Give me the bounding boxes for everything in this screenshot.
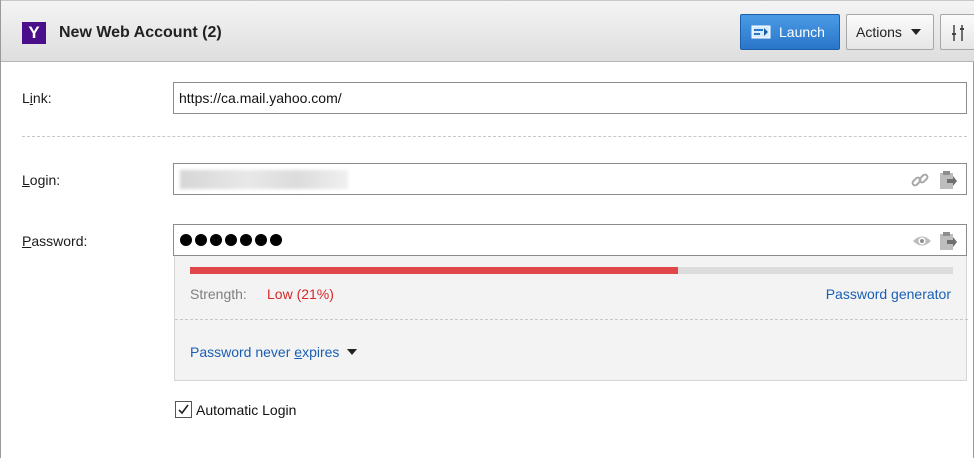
yahoo-logo: Y bbox=[22, 22, 46, 44]
strength-meter-fill bbox=[190, 267, 679, 274]
password-field[interactable] bbox=[173, 224, 967, 256]
settings-sliders-icon bbox=[950, 24, 968, 45]
web-account-window: Y New Web Account (2) Launch Actions Lin… bbox=[0, 0, 974, 458]
strength-value: Low (21%) bbox=[267, 286, 334, 302]
login-field[interactable] bbox=[173, 163, 967, 195]
link-label: Link: bbox=[22, 90, 52, 106]
header-bar: Y New Web Account (2) Launch Actions bbox=[1, 0, 974, 62]
clipboard-copy-icon[interactable] bbox=[938, 231, 958, 251]
password-dot bbox=[225, 234, 237, 246]
launch-icon bbox=[751, 25, 771, 39]
password-masked-value[interactable] bbox=[180, 230, 282, 246]
link-field[interactable]: https://ca.mail.yahoo.com/ bbox=[173, 82, 967, 114]
expiry-label: Password never expires bbox=[190, 344, 340, 360]
password-label: Password: bbox=[22, 233, 88, 249]
link-value[interactable]: https://ca.mail.yahoo.com/ bbox=[179, 90, 342, 106]
launch-button[interactable]: Launch bbox=[740, 14, 840, 50]
login-label: Login: bbox=[22, 172, 61, 188]
password-expiry-dropdown[interactable]: Password never expires bbox=[190, 344, 358, 360]
launch-button-label: Launch bbox=[779, 24, 825, 40]
actions-button[interactable]: Actions bbox=[846, 14, 934, 50]
password-dot bbox=[210, 234, 222, 246]
password-dot bbox=[195, 234, 207, 246]
password-dot bbox=[180, 234, 192, 246]
settings-button[interactable] bbox=[940, 14, 974, 50]
strength-meter bbox=[190, 267, 953, 274]
login-value-redacted bbox=[180, 170, 348, 189]
actions-button-label: Actions bbox=[856, 24, 902, 40]
panel-divider bbox=[175, 319, 968, 320]
eye-icon[interactable] bbox=[911, 231, 933, 251]
page-title: New Web Account (2) bbox=[59, 24, 222, 41]
password-dot bbox=[240, 234, 252, 246]
section-divider bbox=[22, 136, 967, 137]
automatic-login-checkbox-row[interactable]: Automatic Login bbox=[175, 401, 296, 418]
password-generator-link[interactable]: Password generator bbox=[826, 286, 951, 302]
clipboard-copy-icon[interactable] bbox=[938, 170, 958, 190]
automatic-login-checkbox[interactable] bbox=[175, 401, 192, 418]
strength-label: Strength: bbox=[190, 286, 247, 302]
chevron-down-icon bbox=[910, 29, 921, 35]
password-dot bbox=[270, 234, 282, 246]
password-strength-panel: Strength: Low (21%) Password generator P… bbox=[174, 256, 968, 381]
password-dot bbox=[255, 234, 267, 246]
automatic-login-label: Automatic Login bbox=[196, 401, 297, 418]
link-icon[interactable] bbox=[909, 170, 931, 190]
chevron-down-icon bbox=[347, 349, 358, 355]
